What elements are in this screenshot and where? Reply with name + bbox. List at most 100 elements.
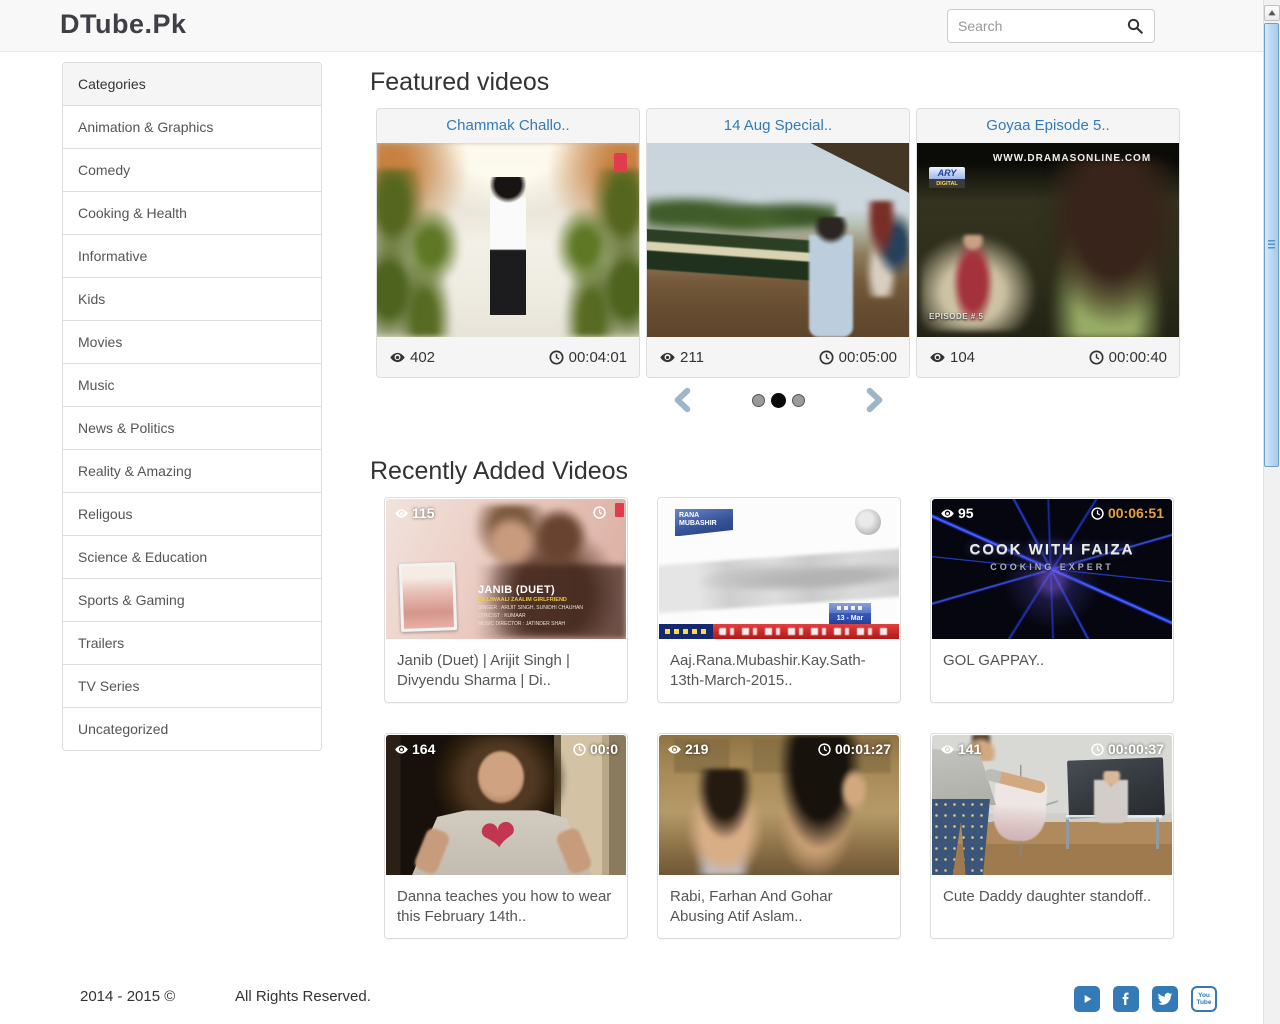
page: DTube.Pk Categories Animation & Graphics…	[0, 0, 1280, 1024]
channel-logo	[855, 509, 881, 535]
sidebar-item-science-education[interactable]: Science & Education	[63, 536, 321, 579]
video-thumbnail[interactable]: WWW.DRAMASONLINE.COM ARY DIGITAL EPISODE…	[917, 143, 1179, 337]
clock-icon	[1088, 349, 1105, 366]
clock-icon	[548, 349, 565, 366]
facebook-button[interactable]	[1113, 986, 1139, 1012]
video-thumbnail[interactable]	[377, 143, 639, 337]
video-thumbnail[interactable]: JANIB (DUET) DILLIWAALI ZAALIM GIRLFRIEN…	[386, 499, 626, 639]
scrollbar-thumb[interactable]	[1264, 23, 1279, 467]
video-title-link[interactable]: 14 Aug Special..	[647, 109, 909, 143]
sidebar-item-cooking-health[interactable]: Cooking & Health	[63, 192, 321, 235]
video-title-link[interactable]: Aaj.Rana.Mubashir.Kay.Sath-13th-March-20…	[658, 639, 900, 704]
heart-icon	[478, 813, 519, 860]
thumbnail-caption: JANIB (DUET) DILLIWAALI ZAALIM GIRLFRIEN…	[478, 584, 620, 627]
eye-icon	[659, 349, 676, 366]
youtube-button[interactable]: YouTube	[1191, 986, 1217, 1012]
sidebar-item-kids[interactable]: Kids	[63, 278, 321, 321]
video-title-link[interactable]: GOL GAPPAY..	[931, 639, 1173, 683]
duration-overlay: 00:06:51	[1090, 505, 1164, 521]
sidebar-item-comedy[interactable]: Comedy	[63, 149, 321, 192]
views-overlay: 219	[667, 741, 708, 757]
duration-overlay: 00:00:37	[1090, 741, 1164, 757]
clock-icon	[818, 349, 835, 366]
carousel-prev-button[interactable]	[670, 385, 696, 415]
video-title-link[interactable]: Cute Daddy daughter standoff..	[931, 875, 1173, 919]
search-button[interactable]	[1116, 9, 1155, 43]
search-input[interactable]	[947, 9, 1117, 43]
video-title-link[interactable]: Goyaa Episode 5..	[917, 109, 1179, 143]
video-meta: 211 00:05:00	[647, 337, 909, 377]
video-thumbnail[interactable]: 219 00:01:27	[659, 735, 899, 875]
recent-video-card: 219 00:01:27 Rabi, Farhan And Gohar Abus…	[657, 733, 901, 939]
sidebar-item-movies[interactable]: Movies	[63, 321, 321, 364]
youtube-icon: You	[1198, 992, 1210, 999]
sidebar-item-news-politics[interactable]: News & Politics	[63, 407, 321, 450]
sidebar-item-animation-graphics[interactable]: Animation & Graphics	[63, 106, 321, 149]
thumbnail-art-shape	[1035, 159, 1179, 337]
carousel-dot[interactable]	[792, 394, 805, 407]
views-overlay: 115	[394, 505, 435, 521]
sidebar-item-sports-gaming[interactable]: Sports & Gaming	[63, 579, 321, 622]
video-duration: 00:05:00	[818, 349, 897, 366]
sidebar-title: Categories	[63, 63, 321, 106]
eye-icon	[389, 349, 406, 366]
video-meta: 104 00:00:40	[917, 337, 1179, 377]
recent-video-card: 164 00:0 Danna teaches you how to wear t…	[384, 733, 628, 939]
site-logo[interactable]: DTube.Pk	[60, 9, 187, 40]
song-title-text: JANIB (DUET)	[478, 584, 620, 596]
thumbnail-art-shape	[553, 169, 639, 337]
views-overlay: 95	[940, 505, 974, 521]
recent-video-card: COOK WITH FAIZA COOKING EXPERT 95 00:06:…	[930, 497, 1174, 703]
sidebar-item-informative[interactable]: Informative	[63, 235, 321, 278]
episode-label: EPISODE # 5	[929, 312, 983, 321]
facebook-icon	[1118, 991, 1134, 1007]
duration-overlay	[592, 505, 610, 520]
video-thumbnail[interactable]: COOK WITH FAIZA COOKING EXPERT 95 00:06:…	[932, 499, 1172, 639]
sidebar: Categories Animation & Graphics Comedy C…	[62, 62, 322, 751]
thumbnail-art-shape	[809, 217, 853, 337]
thumbnail-art-shape	[932, 799, 990, 875]
clock-icon	[572, 742, 587, 757]
carousel-dot[interactable]	[752, 394, 765, 407]
sidebar-item-reality-amazing[interactable]: Reality & Amazing	[63, 450, 321, 493]
date-label: 13 - Mar	[829, 613, 871, 624]
video-duration: 00:04:01	[548, 349, 627, 366]
clock-icon	[592, 505, 607, 520]
sidebar-item-tv-series[interactable]: TV Series	[63, 665, 321, 708]
twitter-button[interactable]	[1152, 986, 1178, 1012]
sidebar-item-religous[interactable]: Religous	[63, 493, 321, 536]
thumbnail-art-shape	[863, 201, 909, 297]
thumbnail-art-shape	[377, 169, 463, 337]
thumbnail-art-shape	[399, 562, 457, 632]
twitter-icon	[1157, 991, 1173, 1007]
featured-carousel: Chammak Challo.. 402 00:04:01 14 Aug Spe…	[376, 108, 1180, 378]
carousel-next-button[interactable]	[861, 385, 887, 415]
channel-logo-text: DIGITAL	[929, 179, 965, 188]
views-overlay: 141	[940, 741, 981, 757]
video-thumbnail[interactable]: 141 00:00:37	[932, 735, 1172, 875]
sidebar-item-uncategorized[interactable]: Uncategorized	[63, 708, 321, 750]
sidebar-item-trailers[interactable]: Trailers	[63, 622, 321, 665]
thumbnail-art-shape	[829, 603, 871, 613]
play-social-button[interactable]	[1074, 986, 1100, 1012]
video-thumbnail[interactable]	[647, 143, 909, 337]
recent-heading: Recently Added Videos	[370, 457, 628, 486]
credit-text: LYRICIST : KUMAAR	[478, 613, 620, 619]
video-title-link[interactable]: Rabi, Farhan And Gohar Abusing Atif Asla…	[658, 875, 900, 940]
carousel-dot-active[interactable]	[771, 393, 786, 408]
channel-logo: ARY DIGITAL	[929, 167, 965, 188]
video-title-link[interactable]: Chammak Challo..	[377, 109, 639, 143]
sidebar-item-music[interactable]: Music	[63, 364, 321, 407]
video-thumbnail[interactable]: 164 00:0	[386, 735, 626, 875]
video-thumbnail[interactable]: RANA MUBASHIR 13 - Mar	[659, 499, 899, 639]
channel-logo-text: ARY	[929, 167, 965, 179]
eye-icon	[929, 349, 946, 366]
watermark-text: WWW.DRAMASONLINE.COM	[973, 153, 1171, 164]
scrollbar-up-button[interactable]	[1264, 5, 1280, 21]
video-title-link[interactable]: Janib (Duet) | Arijit Singh | Divyendu S…	[385, 639, 627, 704]
search-icon	[1126, 17, 1144, 35]
video-title-link[interactable]: Danna teaches you how to wear this Febru…	[385, 875, 627, 940]
thumbnail-art-shape	[1094, 771, 1128, 823]
play-icon	[1079, 991, 1095, 1007]
recent-video-card: JANIB (DUET) DILLIWAALI ZAALIM GIRLFRIEN…	[384, 497, 628, 703]
